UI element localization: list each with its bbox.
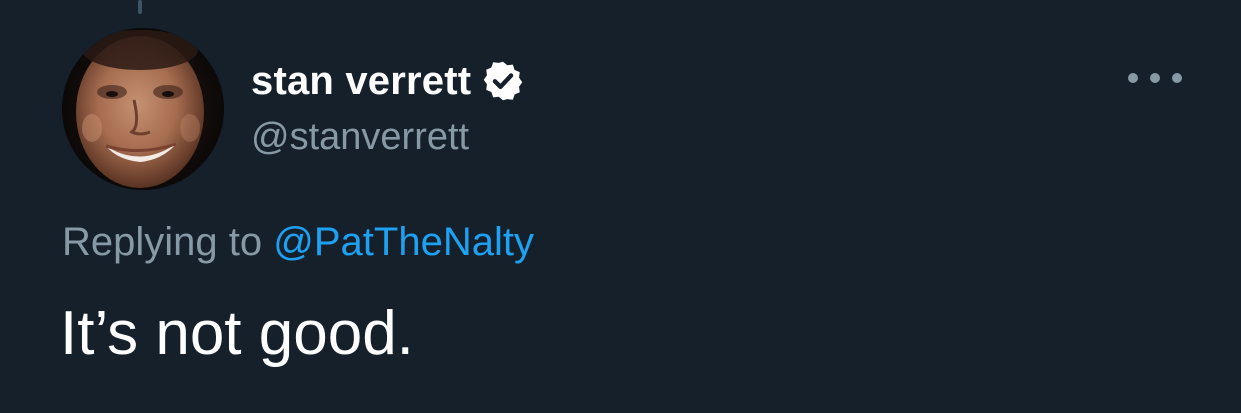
author-handle[interactable]: @stanverrett [251,118,469,156]
reply-mention-link[interactable]: @PatTheNalty [273,220,534,264]
tweet-text: It’s not good. [60,299,414,368]
author-name-row: stan verrett [251,56,525,106]
avatar-photo [62,28,224,190]
author-display-name[interactable]: stan verrett [251,61,471,101]
more-options-button[interactable] [1128,62,1182,94]
avatar[interactable] [62,28,224,190]
replying-to-label: Replying to [62,220,263,264]
more-options-icon [1128,73,1138,83]
more-options-icon-dot [1172,73,1182,83]
replying-to-line: Replying to @PatTheNalty [62,222,534,262]
thread-connector-line [138,0,142,14]
more-options-icon-dot [1150,73,1160,83]
verified-badge-icon [484,61,523,101]
